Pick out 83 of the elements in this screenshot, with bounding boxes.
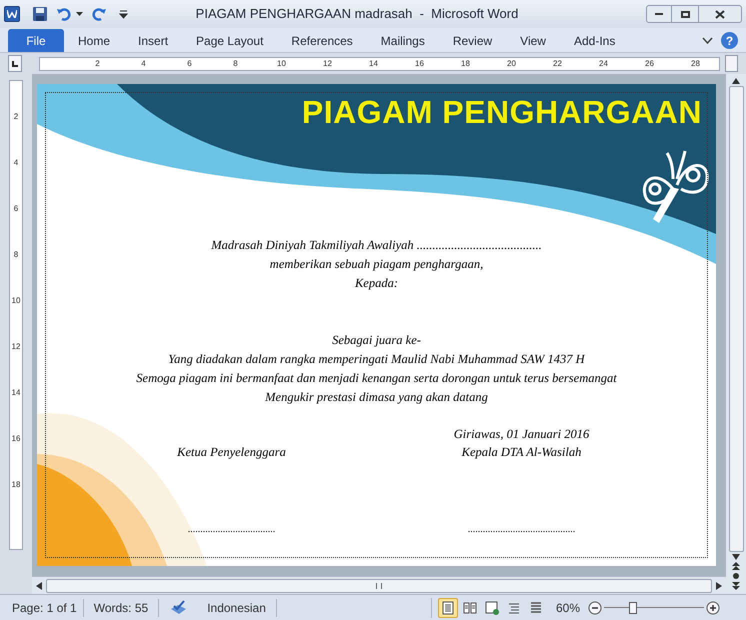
ribbon-tab[interactable]: Review — [438, 29, 506, 52]
certificate-text: Madrasah Diniyah Takmiliyah Awaliyah ........................................ — [211, 237, 542, 254]
ruler-number: 18 — [460, 60, 471, 68]
ruler-number: 14 — [12, 389, 20, 399]
certificate-text: Yang diadakan dalam rangka memperingati Maulid Nabi Muhammad SAW 1437 H — [168, 351, 585, 368]
restore-button[interactable] — [672, 5, 698, 23]
previous-page-icon[interactable] — [732, 562, 740, 570]
zoom-level[interactable]: 60% — [556, 598, 580, 616]
close-icon — [715, 10, 725, 18]
scroll-up-icon[interactable] — [732, 78, 740, 84]
ruler-number: 24 — [598, 60, 609, 68]
slider-thumb[interactable] — [629, 602, 637, 614]
ribbon-tab[interactable]: Mailings — [366, 29, 439, 52]
ruler-number: 16 — [414, 60, 425, 68]
horizontal-scrollbar[interactable] — [32, 576, 726, 594]
help-button[interactable]: ? — [721, 32, 738, 49]
zoom-slider[interactable] — [604, 600, 704, 614]
ruler-number: 26 — [644, 60, 655, 68]
ribbon-tab[interactable]: View — [506, 29, 560, 52]
minimize-button[interactable] — [646, 5, 672, 23]
ribbon-tab[interactable]: Home — [64, 29, 124, 52]
view-ruler-button[interactable] — [724, 55, 738, 72]
word-count[interactable]: Words: 55 — [84, 598, 160, 616]
zoom-in-icon[interactable] — [706, 600, 720, 614]
close-button[interactable] — [698, 5, 742, 23]
scroll-right-icon[interactable] — [716, 582, 722, 590]
ruler-number: 6 — [186, 60, 193, 68]
scroll-down-icon[interactable] — [732, 554, 740, 560]
ruler-number: 8 — [14, 251, 18, 261]
reading-layout-icon — [462, 600, 478, 616]
minimize-ribbon-icon[interactable] — [702, 35, 713, 45]
zoom-out-icon[interactable] — [588, 600, 602, 614]
signature-date: Giriawas, 01 Januari 2016 — [454, 427, 590, 441]
window-title: PIAGAM PENGHARGAAN madrasah - Microsoft Word — [194, 5, 520, 24]
ruler-number: 20 — [506, 60, 517, 68]
word-logo-icon[interactable] — [4, 6, 20, 22]
undo-icon[interactable] — [56, 6, 72, 22]
ruler-number: 2 — [14, 113, 18, 123]
certificate-text: memberikan sebuah piagam penghargaan, — [270, 256, 484, 273]
ribbon-tab[interactable]: Page Layout — [182, 29, 278, 52]
file-tab[interactable]: File — [8, 29, 64, 52]
redo-icon[interactable] — [91, 6, 107, 22]
dropdown-arrow-icon[interactable] — [76, 12, 83, 16]
ruler-number: 6 — [14, 205, 18, 215]
ruler-number: 12 — [12, 343, 20, 353]
ruler-number: 12 — [322, 60, 333, 68]
ruler-number: 22 — [552, 60, 563, 68]
certificate-text: Kepada: — [354, 275, 398, 292]
ruler-number: 18 — [12, 481, 20, 491]
signature-role: Kepala DTA Al-Wasilah — [462, 444, 582, 461]
certificate-text: Sebagai juara ke- — [332, 332, 421, 349]
signature-role: Ketua Penyelenggara — [177, 444, 286, 461]
ruler-number: 4 — [14, 159, 18, 169]
ribbon-tab[interactable]: References — [277, 29, 367, 52]
certificate-title: PIAGAM PENGHARGAAN — [302, 96, 702, 128]
ruler-number: 10 — [12, 297, 20, 307]
language-indicator[interactable]: Indonesian — [197, 598, 277, 616]
ribbon-tab[interactable]: Insert — [124, 29, 182, 52]
tab-selector-button[interactable] — [8, 55, 22, 72]
customize-toolbar-icon[interactable] — [119, 10, 128, 18]
signature-line: ........................................... — [468, 523, 576, 537]
page-count[interactable]: Page: 1 of 1 — [6, 598, 84, 616]
scroll-left-icon[interactable] — [36, 582, 42, 590]
scrollbar-thumb[interactable] — [728, 86, 744, 552]
scrollbar-thumb[interactable] — [46, 578, 712, 592]
next-page-icon[interactable] — [732, 582, 740, 590]
ribbon-tab[interactable]: Add-Ins — [560, 29, 630, 52]
ruler-number: 14 — [368, 60, 379, 68]
certificate-text: Semoga piagam ini bermanfaat dan menjadi kenangan serta dorongan untuk terus bersemangat — [136, 370, 617, 387]
web-layout-icon — [484, 600, 500, 616]
ruler-number: 2 — [94, 60, 101, 68]
signature-line: ................................... — [188, 523, 276, 537]
save-icon[interactable] — [32, 6, 48, 22]
ruler-number: 16 — [12, 435, 20, 445]
ruler-number: 28 — [690, 60, 701, 68]
certificate-text: Mengukir prestasi dimasa yang akan datang — [265, 389, 488, 406]
ruler-number: 8 — [232, 60, 239, 68]
browse-object-icon[interactable] — [732, 572, 740, 580]
ruler-number: 4 — [140, 60, 147, 68]
proofing-icon[interactable] — [169, 600, 188, 616]
ruler-number: 10 — [276, 60, 287, 68]
print-layout-icon — [440, 600, 456, 616]
view-button[interactable] — [438, 598, 458, 618]
